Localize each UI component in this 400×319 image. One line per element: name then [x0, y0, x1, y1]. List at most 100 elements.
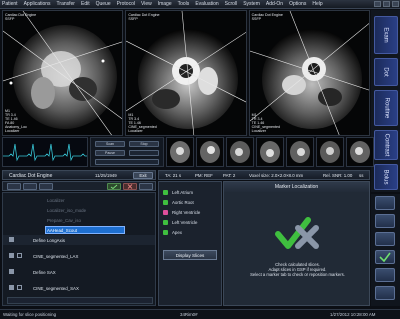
- viewer-3-top-info: Cardiac Dot Engine SSFP: [251, 13, 283, 21]
- marker-item-left-ventricle[interactable]: Left Ventricle: [163, 218, 197, 226]
- ecg-strip: [2, 137, 88, 167]
- tree-row[interactable]: Prepare_Cav_iso: [3, 215, 155, 225]
- tree-row[interactable]: Define LongAxis: [3, 235, 155, 245]
- patient-view-icon[interactable]: [375, 196, 395, 210]
- menu-protocol[interactable]: Protocol: [117, 1, 135, 7]
- tree-row-label: Localizer: [47, 197, 65, 203]
- viewer-2-top-info: Cardiac Dot Engine SSFP: [128, 13, 160, 21]
- thumbnail-7[interactable]: [346, 137, 374, 167]
- body-coil-icon[interactable]: [375, 214, 395, 228]
- minimize-button[interactable]: [374, 1, 381, 7]
- apply-icon[interactable]: [107, 183, 121, 190]
- menu-options[interactable]: Options: [289, 1, 306, 7]
- check-icon: [163, 219, 168, 225]
- protocol-parameters-bar: TA: 21 s PM: REF PAT: 2 Voxel size: 2.0×…: [158, 170, 370, 180]
- marker-label: Right Ventricle: [172, 209, 201, 215]
- menu-patient[interactable]: Patient: [2, 1, 18, 7]
- settings-icon[interactable]: [139, 183, 153, 190]
- thumbnail-3[interactable]: [226, 137, 254, 167]
- param-mode: ss: [359, 173, 364, 178]
- tab-exam-label: Exam: [383, 27, 389, 43]
- close-button[interactable]: [392, 1, 399, 7]
- tab-exam[interactable]: Exam: [374, 16, 398, 54]
- tree-row-label: Localizer_iso_mode: [47, 207, 87, 213]
- vertical-tab-bar: Exam Dot Routine Contrast Bolus: [371, 10, 400, 192]
- tree-row-label: CINE_segmented_SAX: [33, 285, 79, 291]
- series-icon: [17, 253, 22, 258]
- menu-applications[interactable]: Applications: [24, 1, 51, 7]
- step-forward-icon[interactable]: [23, 183, 37, 190]
- menu-evaluation[interactable]: Evaluation: [195, 1, 218, 7]
- positioning-icon[interactable]: [375, 232, 395, 246]
- step-icon: [9, 285, 14, 290]
- workflow-title: Cardiac Dot Engine: [9, 173, 53, 179]
- marker-label: Left Atrium: [172, 189, 193, 195]
- tree-row[interactable]: Localizer_iso_mode: [3, 205, 155, 215]
- check-icon: [163, 229, 168, 235]
- scan-control-panel: Scan Stop Pause: [90, 137, 164, 167]
- tree-row[interactable]: CINE_segmented_SAX: [3, 283, 155, 293]
- tree-row-label: CINE_segmented_LAX: [33, 253, 79, 259]
- menu-edit[interactable]: Edit: [81, 1, 90, 7]
- thumbnail-5[interactable]: [286, 137, 314, 167]
- menu-add-on[interactable]: Add-On: [266, 1, 283, 7]
- step-icon: [9, 237, 14, 242]
- menu-tools[interactable]: Tools: [178, 1, 190, 7]
- cancel-icon[interactable]: [123, 183, 137, 190]
- menu-transfer[interactable]: Transfer: [57, 1, 75, 7]
- tree-scrollbar[interactable]: [7, 297, 153, 304]
- tree-row-label: Prepare_Cav_iso: [47, 217, 81, 223]
- marker-item-right-ventricle[interactable]: Right Ventricle: [163, 208, 200, 216]
- tree-row-selected[interactable]: AAHead_Scout: [3, 225, 155, 235]
- workflow-toolbar: [2, 181, 156, 191]
- zoom-icon[interactable]: [375, 286, 395, 300]
- menu-system[interactable]: System: [243, 1, 260, 7]
- scan-options-button[interactable]: [129, 150, 159, 156]
- marker-item-apex[interactable]: Apex: [163, 228, 182, 236]
- display-slices-button[interactable]: Display Slices: [163, 250, 217, 260]
- param-voxel-size: Voxel size: 2.0×2.0×8.0 mm: [249, 173, 304, 178]
- menu-queue[interactable]: Queue: [96, 1, 111, 7]
- checkmark-icon[interactable]: [375, 250, 395, 264]
- stop-button[interactable]: Stop: [129, 141, 159, 147]
- tree-row[interactable]: Localizer: [3, 195, 155, 205]
- thumbnail-strip: [166, 137, 374, 167]
- marker-item-left-atrium[interactable]: Left Atrium: [163, 188, 193, 196]
- menu-view[interactable]: View: [141, 1, 152, 7]
- message-line: Select a marker tab to check or repositi…: [250, 272, 345, 278]
- menu-image[interactable]: Image: [158, 1, 172, 7]
- exit-button[interactable]: Exit: [133, 172, 153, 179]
- check-icon: [163, 189, 168, 195]
- menu-bar: Patient Applications Transfer Edit Queue…: [0, 0, 400, 9]
- image-viewer-2[interactable]: Cardiac Dot Engine SSFP M1 TR 3.4 TE 1.4…: [125, 10, 247, 136]
- image-viewer-3[interactable]: Cardiac Dot Engine SSFP M1 TR 3.4 TE 1.4…: [248, 10, 370, 136]
- param-rel-snr: Rel. SNR: 1.00: [323, 173, 353, 178]
- tree-row[interactable]: CINE_segmented_LAX: [3, 251, 155, 261]
- step-back-icon[interactable]: [7, 183, 21, 190]
- menu-scroll[interactable]: Scroll: [225, 1, 238, 7]
- right-tool-column: [371, 194, 400, 306]
- check-icon: [163, 209, 168, 215]
- marker-label: Aortic Root: [172, 199, 194, 205]
- grid-icon[interactable]: [375, 268, 395, 282]
- queue-icon[interactable]: [39, 183, 53, 190]
- marker-localization-panel: Marker Localization Check calculated sli…: [223, 181, 370, 306]
- marker-item-aortic-root[interactable]: Aortic Root: [163, 198, 194, 206]
- scan-button[interactable]: Scan: [95, 141, 125, 147]
- scan-progress-bar: [95, 159, 159, 165]
- image-viewer-1[interactable]: Cardiac Dot Engine SSFP M1 TR 3.4 TE 1.4…: [2, 10, 124, 136]
- param-ta: TA: 21 s: [165, 173, 182, 178]
- maximize-button[interactable]: [383, 1, 390, 7]
- marker-localization-message: Check calculated slices. Adapt slices in…: [230, 262, 365, 278]
- tree-row[interactable]: Define SAX: [3, 267, 155, 277]
- tab-dot[interactable]: Dot: [374, 58, 398, 86]
- thumbnail-2[interactable]: [196, 137, 224, 167]
- thumbnail-1[interactable]: [166, 137, 194, 167]
- tab-routine[interactable]: Routine: [374, 90, 398, 126]
- menu-help[interactable]: Help: [312, 1, 322, 7]
- pause-button[interactable]: Pause: [95, 150, 125, 156]
- tab-contrast[interactable]: Contrast: [374, 130, 398, 160]
- tab-bolus[interactable]: Bolus: [374, 164, 398, 190]
- thumbnail-6[interactable]: [316, 137, 344, 167]
- thumbnail-4[interactable]: [256, 137, 284, 167]
